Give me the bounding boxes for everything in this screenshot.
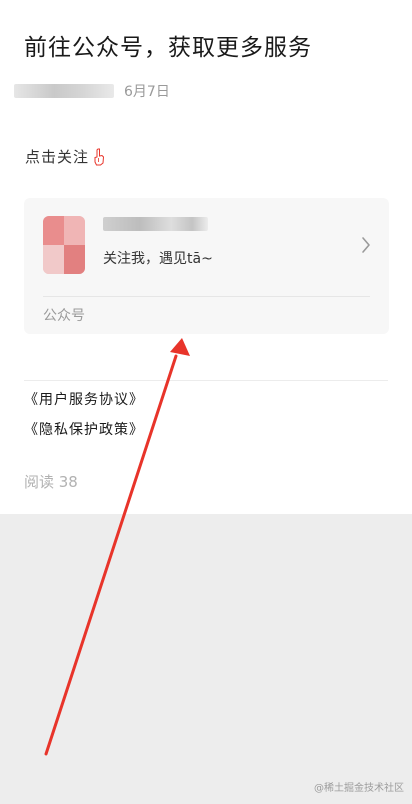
article-title: 前往公众号，获取更多服务 <box>24 35 312 61</box>
publish-date: 6月7日 <box>124 84 170 100</box>
account-slogan: 关注我，遇见tā~ <box>103 251 213 267</box>
account-avatar <box>43 216 85 274</box>
account-name-blurred <box>103 217 208 231</box>
author-name-blurred[interactable] <box>14 84 114 98</box>
watermark: @稀土掘金技术社区 <box>314 783 404 794</box>
section-divider <box>24 380 388 381</box>
official-account-card[interactable]: 关注我，遇见tā~ 公众号 <box>24 198 389 334</box>
follow-prompt: 点击关注 <box>25 146 105 167</box>
account-type-label: 公众号 <box>43 308 85 324</box>
read-count: 阅读 38 <box>24 473 78 491</box>
article-body: 前往公众号，获取更多服务 6月7日 点击关注 关注我，遇见tā~ 公众号 《用户… <box>0 0 412 514</box>
user-agreement-link[interactable]: 《用户服务协议》 <box>24 389 144 409</box>
pointing-hand-icon <box>94 148 105 165</box>
chevron-right-icon <box>362 237 370 253</box>
privacy-policy-link[interactable]: 《隐私保护政策》 <box>24 419 144 439</box>
card-divider <box>43 296 370 297</box>
follow-prompt-text: 点击关注 <box>25 148 90 166</box>
